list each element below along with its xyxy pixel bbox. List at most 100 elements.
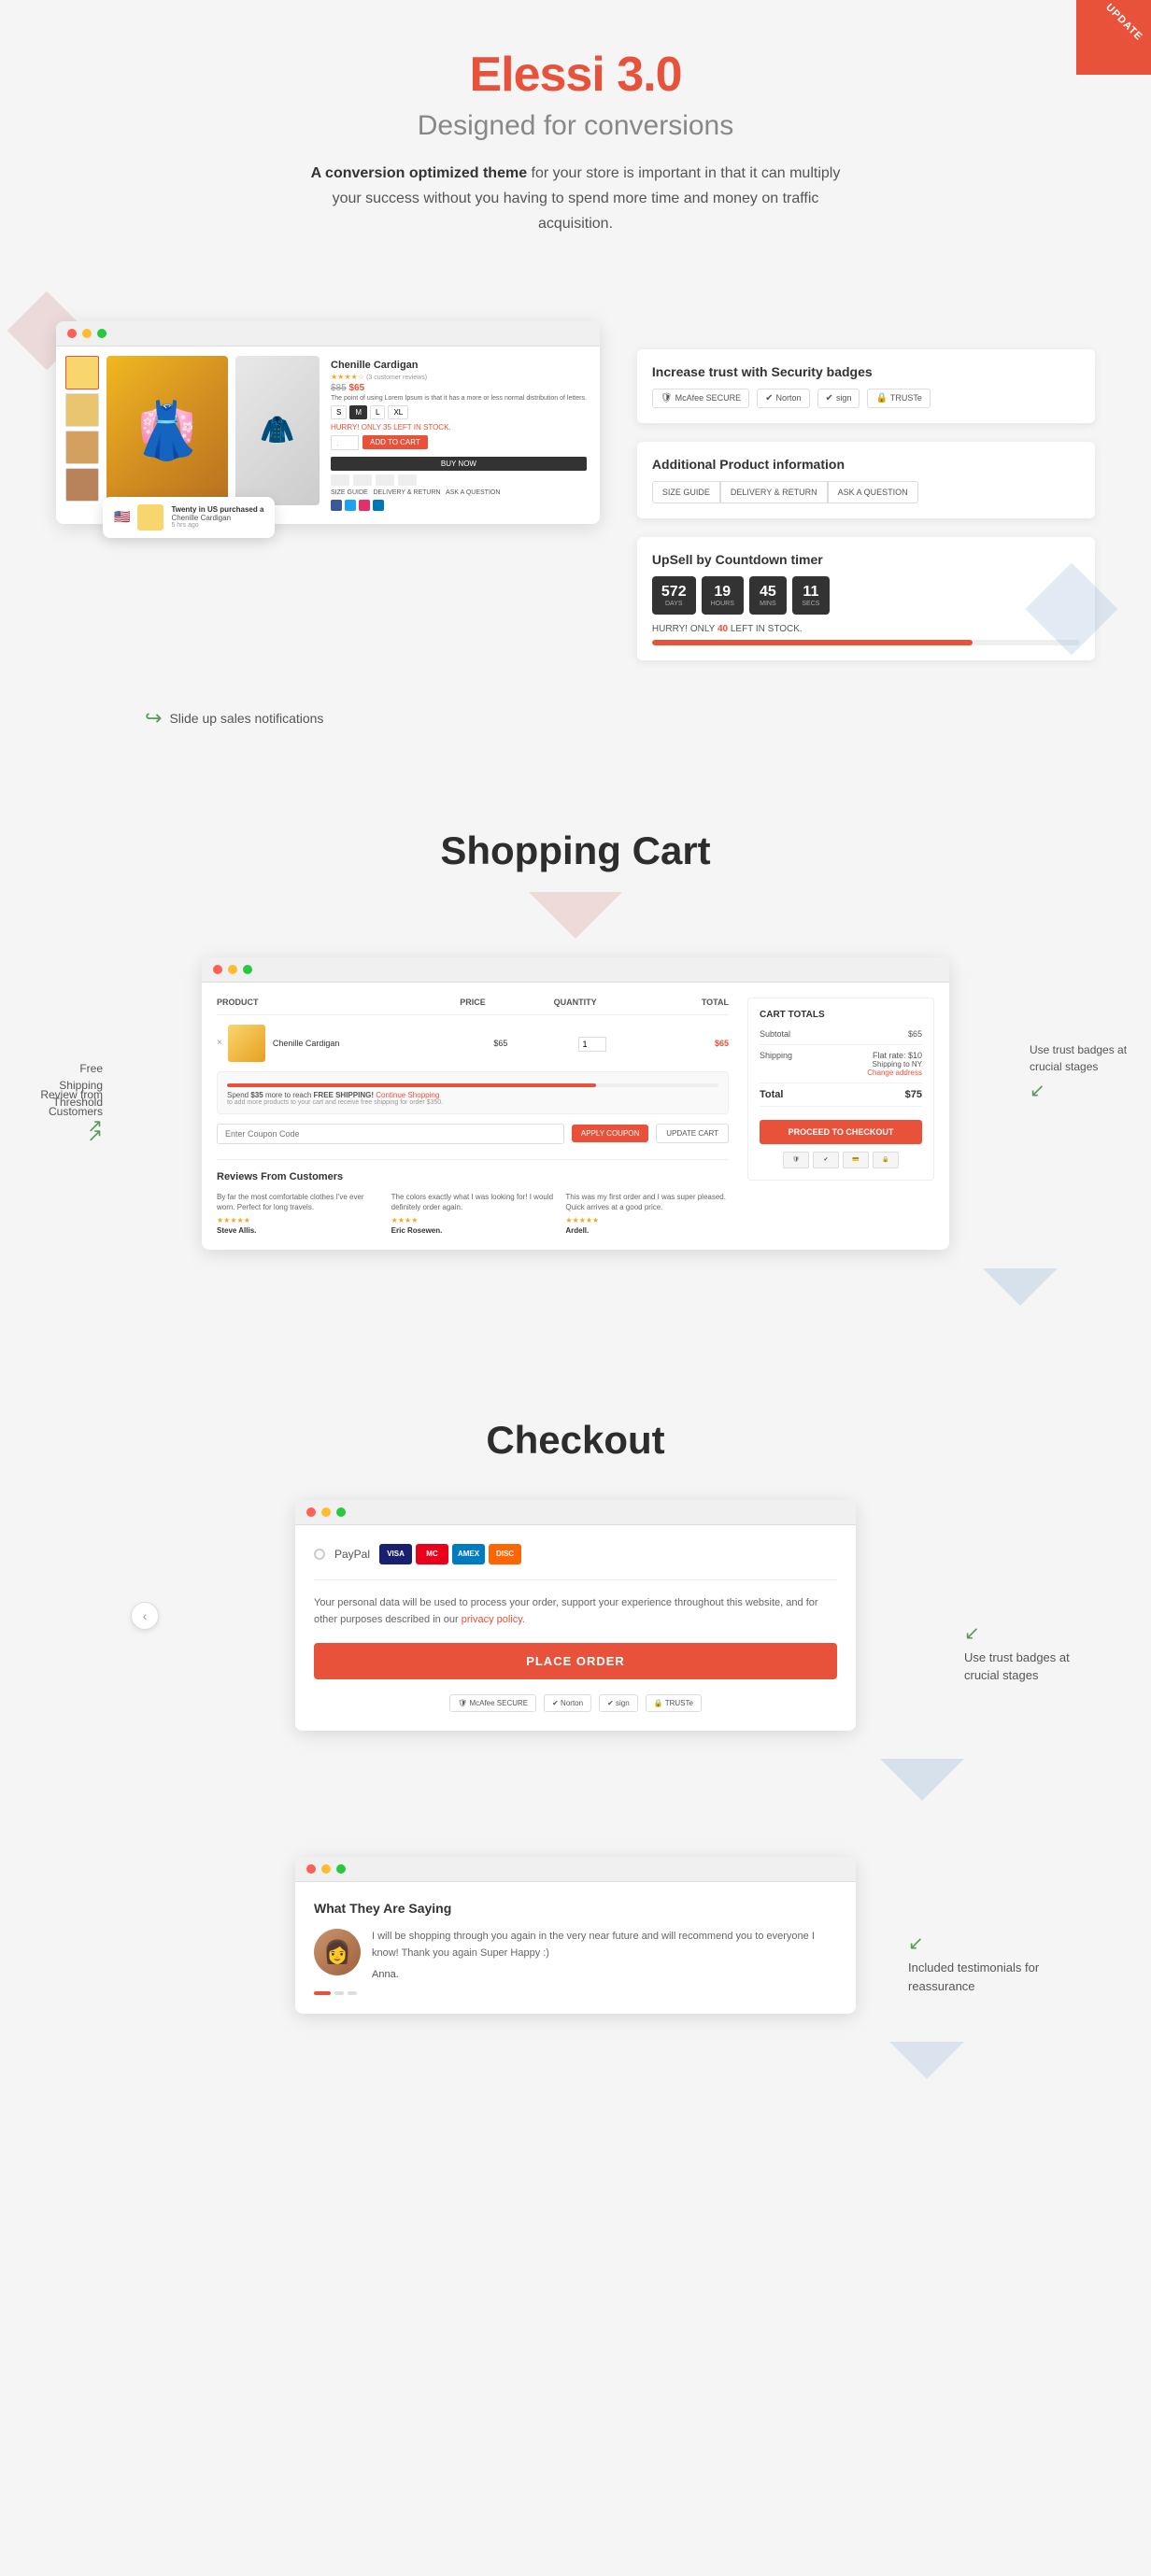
- tab-delivery-return[interactable]: DELIVERY & RETURN: [720, 481, 828, 503]
- main-product-image: 👘: [107, 356, 228, 505]
- col-product-header: PRODUCT: [217, 998, 421, 1007]
- tab-ask-question[interactable]: ASK A QUESTION: [828, 481, 918, 503]
- size-m[interactable]: M: [349, 405, 367, 419]
- cart-layout-container: FreeShippingThreshold ↗ PRODUCT PRICE QU…: [0, 948, 1151, 1259]
- privacy-policy-link[interactable]: privacy policy.: [462, 1614, 525, 1625]
- deco-blue-triangle-checkout: [0, 1759, 1151, 1801]
- testimonial-dot-green: [336, 1864, 346, 1874]
- trust-icon-1: [331, 474, 349, 486]
- cart-item-row: × Chenille Cardigan $65 $65: [217, 1025, 729, 1062]
- col-total-header: TOTAL: [626, 998, 729, 1007]
- cart-browser-bar: [202, 957, 949, 983]
- col-price-header: PRICE: [421, 998, 524, 1007]
- amex-icon: AMEX: [452, 1544, 485, 1564]
- cart-dot-yellow: [228, 965, 237, 974]
- buy-now-button[interactable]: BUY NOW: [331, 457, 587, 471]
- place-order-button[interactable]: PLACE ORDER: [314, 1643, 837, 1679]
- section-title-cart: Shopping Cart: [0, 772, 1151, 892]
- discover-icon: DISC: [489, 1544, 521, 1564]
- thumb-3[interactable]: [65, 431, 99, 464]
- annotation-trust-badges-cart: Use trust badges at crucial stages ↙: [1030, 1041, 1142, 1102]
- mastercard-icon: MC: [416, 1544, 448, 1564]
- checkout-dot-green: [336, 1507, 346, 1517]
- size-l[interactable]: L: [370, 405, 385, 419]
- deco-blue-triangle-bottom: [0, 2042, 1151, 2079]
- payment-option-paypal: PayPal VISA MC AMEX DISC: [314, 1544, 837, 1580]
- security-badges-card: Increase trust with Security badges 🛡McA…: [637, 349, 1095, 423]
- coupon-row: APPLY COUPON UPDATE CART: [217, 1124, 729, 1144]
- dot-2[interactable]: [334, 1991, 344, 1995]
- coupon-input[interactable]: [217, 1124, 564, 1144]
- cart-item-price: $65: [455, 1039, 547, 1048]
- testimonial-avatar: 👩: [314, 1929, 361, 1975]
- cart-qty-input[interactable]: [578, 1037, 606, 1052]
- shopping-cart-section: Shopping Cart FreeShippingThreshold ↗: [0, 772, 1151, 1259]
- share-instagram[interactable]: [359, 500, 370, 511]
- prev-arrow[interactable]: ‹: [131, 1602, 159, 1630]
- subtotal-row: Subtotal $65: [760, 1029, 922, 1045]
- checkout-browser-bar: [295, 1500, 856, 1525]
- proceed-checkout-button[interactable]: PROCEED TO CHECKOUT: [760, 1120, 922, 1144]
- visa-icon: VISA: [379, 1544, 412, 1564]
- thumb-4[interactable]: [65, 468, 99, 502]
- share-twitter[interactable]: [345, 500, 356, 511]
- total-row: Total $75: [760, 1089, 922, 1107]
- add-to-cart-button[interactable]: ADD TO CART: [362, 435, 428, 449]
- countdown-days: 572 DAYS: [652, 576, 696, 615]
- security-card-title: Increase trust with Security badges: [652, 364, 1080, 379]
- size-xl[interactable]: XL: [388, 405, 408, 419]
- update-cart-button[interactable]: UPDATE CART: [656, 1124, 729, 1143]
- checkout-badge-sign: ✔ sign: [599, 1694, 638, 1712]
- shipping-row: Shipping Flat rate: $10 Shipping to NY C…: [760, 1051, 922, 1083]
- badge-truste: 🔒TRUSTe: [867, 389, 930, 408]
- cart-dot-red: [213, 965, 222, 974]
- reviews-grid: By far the most comfortable clothes I've…: [217, 1192, 729, 1235]
- free-shipping-progress: Spend $35 more to reach FREE SHIPPING! C…: [217, 1071, 729, 1114]
- cart-item-qty-col: [547, 1035, 638, 1052]
- cart-trust-badges: 🛡 ✔ 💳 🔒: [760, 1152, 922, 1168]
- checkout-dot-red: [306, 1507, 316, 1517]
- security-badges-list: 🛡McAfee SECURE ✔Norton ✔sign 🔒TRUSTe: [652, 389, 1080, 408]
- share-linkedin[interactable]: [373, 500, 384, 511]
- cart-trust-truste: 🔒: [873, 1152, 899, 1168]
- product-info-tabs: SIZE GUIDE DELIVERY & RETURN ASK A QUEST…: [652, 481, 1080, 503]
- share-facebook[interactable]: [331, 500, 342, 511]
- review-item-2: The colors exactly what I was looking fo…: [391, 1192, 555, 1235]
- cart-trust-norton: ✔: [813, 1152, 839, 1168]
- slide-up-label-area: ↩ Slide up sales notifications: [145, 706, 323, 730]
- dot-3[interactable]: [348, 1991, 357, 1995]
- quantity-input[interactable]: [331, 435, 359, 450]
- hero-title: Elessi 3.0: [19, 47, 1132, 103]
- trust-icons-mini: [331, 474, 587, 486]
- dot-active[interactable]: [314, 1991, 331, 1995]
- cart-remove-btn[interactable]: ×: [217, 1038, 222, 1048]
- cart-header: PRODUCT PRICE QUANTITY TOTAL: [217, 998, 729, 1015]
- thumb-1[interactable]: [65, 356, 99, 389]
- checkout-browser: PayPal VISA MC AMEX DISC Your personal d…: [295, 1500, 856, 1731]
- testimonial-section-title: What They Are Saying: [314, 1901, 837, 1916]
- cart-item-thumbnail: [228, 1025, 265, 1062]
- hero-section: Elessi 3.0 Designed for conversions A co…: [0, 0, 1151, 265]
- reviews-section: Reviews From Customers By far the most c…: [217, 1159, 729, 1235]
- paypal-radio[interactable]: [314, 1549, 325, 1560]
- notif-info: Twenty in US purchased a Chenille Cardig…: [171, 505, 263, 529]
- apply-coupon-button[interactable]: APPLY COUPON: [572, 1125, 648, 1142]
- free-shipping-note: to add more products to your cart and re…: [227, 1099, 718, 1106]
- thumb-2[interactable]: [65, 393, 99, 427]
- cart-browser-mockup: PRODUCT PRICE QUANTITY TOTAL × Chenille …: [202, 957, 949, 1250]
- testimonial-dot-yellow: [321, 1864, 331, 1874]
- deco-triangle-pink: [0, 892, 1151, 939]
- free-shipping-text: Spend $35 more to reach FREE SHIPPING! C…: [227, 1091, 718, 1099]
- continue-shopping-link[interactable]: Continue Shopping: [376, 1091, 439, 1099]
- product-description: The point of using Lorem Ipsum is that i…: [331, 395, 587, 402]
- change-address-link[interactable]: Change address: [867, 1069, 922, 1077]
- testimonial-body: 👩 I will be shopping through you again i…: [314, 1929, 837, 1980]
- review-customers-label: Review from Customers: [9, 1086, 103, 1120]
- tab-size-guide[interactable]: SIZE GUIDE: [652, 481, 720, 503]
- shipping-progress-fill: [227, 1083, 596, 1087]
- slide-up-label: Slide up sales notifications: [169, 711, 323, 726]
- update-badge: UPDATE: [1076, 0, 1151, 75]
- product-price: $85 $65: [331, 383, 587, 393]
- cart-totals-title: CART TOTALS: [760, 1010, 922, 1020]
- size-s[interactable]: S: [331, 405, 347, 419]
